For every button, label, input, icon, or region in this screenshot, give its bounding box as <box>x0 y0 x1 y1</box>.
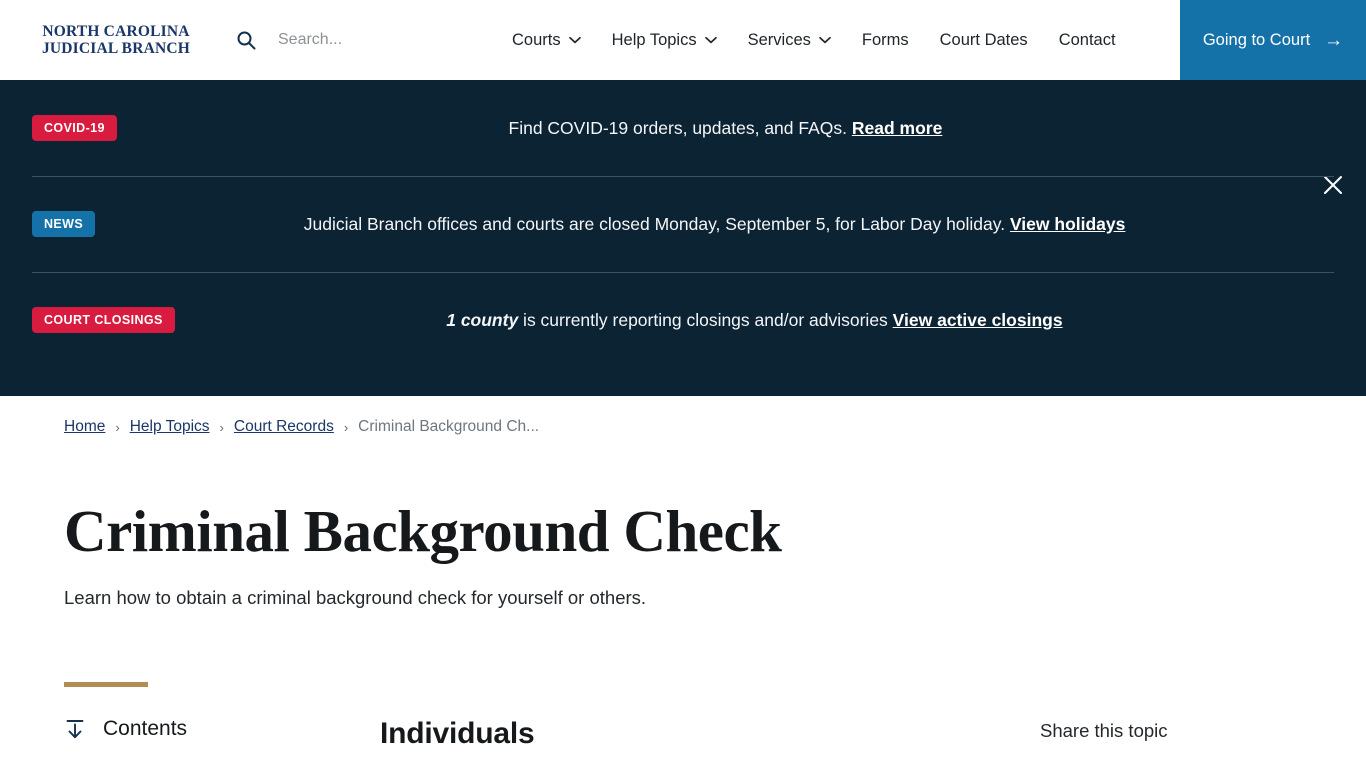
nav-item-services[interactable]: Services <box>748 31 831 50</box>
alert-text-court-closings: is currently reporting closings and/or a… <box>518 309 893 330</box>
nav-item-forms[interactable]: Forms <box>862 31 909 50</box>
main-navigation: Courts Help Topics Services Forms Court … <box>512 0 1116 80</box>
nav-label-forms: Forms <box>861 30 909 49</box>
breadcrumb-link-help-topics[interactable]: Help Topics <box>130 418 210 436</box>
breadcrumb-link-home[interactable]: Home <box>64 418 105 436</box>
site-header: NORTH CAROLINA JUDICIAL BRANCH Courts He… <box>0 0 1366 80</box>
content-columns: Contents Individuals Share this topic <box>64 717 1302 751</box>
chevron-down-icon <box>819 36 831 44</box>
nav-label-court-dates: Court Dates <box>939 30 1028 49</box>
alert-row-court-closings: COURT CLOSINGS 1 county is currently rep… <box>32 272 1334 368</box>
status-badge-court-closings: COURT CLOSINGS <box>32 307 175 333</box>
arrow-right-icon: → <box>1324 29 1344 51</box>
nav-label-contact: Contact <box>1058 30 1116 49</box>
logo-line-1: NORTH CAROLINA <box>42 23 190 40</box>
alert-text-covid: Find COVID-19 orders, updates, and FAQs. <box>508 117 852 138</box>
alert-row-covid: COVID-19 Find COVID-19 orders, updates, … <box>32 80 1334 176</box>
page-title: Criminal Background Check <box>64 498 782 564</box>
alert-text-news: Judicial Branch offices and courts are c… <box>303 213 1010 234</box>
alert-message-covid: Find COVID-19 orders, updates, and FAQs.… <box>117 117 1334 140</box>
search-icon[interactable] <box>236 30 256 50</box>
page-subtitle: Learn how to obtain a criminal backgroun… <box>64 586 647 608</box>
breadcrumb-link-court-records[interactable]: Court Records <box>234 418 334 436</box>
alert-link-view-holidays[interactable]: View holidays <box>1010 214 1125 234</box>
alert-row-news: NEWS Judicial Branch offices and courts … <box>32 176 1334 272</box>
contents-label: Contents <box>103 716 188 740</box>
logo-line-2: JUDICIAL BRANCH <box>41 40 191 57</box>
main-section: Individuals <box>380 717 1040 751</box>
breadcrumb-separator: › <box>115 419 120 435</box>
share-panel: Share this topic <box>1040 717 1302 742</box>
nav-item-contact[interactable]: Contact <box>1059 31 1116 50</box>
nav-item-help-topics[interactable]: Help Topics <box>612 31 717 50</box>
search-area <box>236 30 498 50</box>
breadcrumb: Home › Help Topics › Court Records › Cri… <box>64 396 1302 436</box>
nav-label-services: Services <box>747 30 811 49</box>
breadcrumb-current: Criminal Background Ch... <box>358 418 540 435</box>
status-badge-news: NEWS <box>32 211 96 237</box>
share-label: Share this topic <box>1040 719 1168 741</box>
going-to-court-label: Going to Court <box>1202 30 1311 49</box>
alert-link-read-more[interactable]: Read more <box>852 118 942 138</box>
alert-emphasis-county-count: 1 county <box>446 309 519 330</box>
alert-banner: COVID-19 Find COVID-19 orders, updates, … <box>0 80 1366 396</box>
chevron-down-icon <box>704 36 717 44</box>
contents-toggle[interactable]: Contents <box>64 717 380 741</box>
jump-down-icon <box>64 718 86 740</box>
status-badge-covid: COVID-19 <box>32 115 117 141</box>
search-input[interactable] <box>278 31 498 49</box>
nav-item-court-dates[interactable]: Court Dates <box>940 31 1028 50</box>
breadcrumb-separator: › <box>219 419 224 435</box>
section-heading-individuals: Individuals <box>380 716 535 750</box>
nav-label-courts: Courts <box>512 30 561 49</box>
site-logo[interactable]: NORTH CAROLINA JUDICIAL BRANCH <box>32 23 200 57</box>
alert-link-view-active-closings[interactable]: View active closings <box>893 310 1063 330</box>
alert-message-court-closings: 1 county is currently reporting closings… <box>175 309 1334 332</box>
going-to-court-button[interactable]: Going to Court → <box>1180 0 1366 80</box>
page-content: Home › Help Topics › Court Records › Cri… <box>0 396 1366 751</box>
alert-message-news: Judicial Branch offices and courts are c… <box>95 213 1334 236</box>
chevron-down-icon <box>568 36 581 44</box>
breadcrumb-separator: › <box>343 419 349 435</box>
nav-label-help-topics: Help Topics <box>611 30 697 49</box>
accent-divider <box>64 681 148 687</box>
nav-item-courts[interactable]: Courts <box>512 31 581 50</box>
